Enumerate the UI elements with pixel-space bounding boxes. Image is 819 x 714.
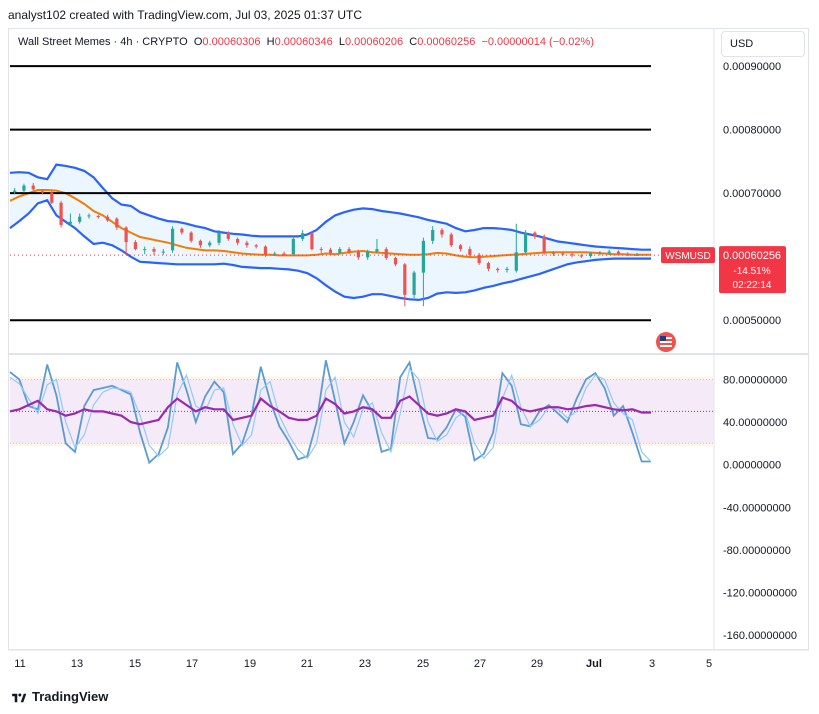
time-tick-label: 13 [71, 658, 83, 670]
attribution-header: analyst102 created with TradingView.com,… [8, 8, 362, 22]
legend-close-key: C [409, 36, 418, 48]
legend-change: −0.00000014 (−0.02%) [481, 36, 594, 48]
brand-text: TradingView [32, 689, 109, 704]
time-tick-label: 3 [649, 658, 655, 670]
symbol-legend: Wall Street Memes · 4h · CRYPTO O0.00060… [18, 36, 594, 48]
legend-low-value: 0.00060206 [345, 36, 404, 48]
legend-close-value: 0.00060256 [417, 36, 476, 48]
time-tick-label: 21 [301, 658, 313, 670]
currency-button[interactable]: USD [721, 31, 805, 57]
time-tick-label: 19 [244, 658, 256, 670]
time-tick-label: 15 [129, 658, 141, 670]
brand[interactable]: TradingView [10, 689, 108, 704]
time-tick-label: 25 [417, 658, 429, 670]
time-tick-label: Jul [586, 658, 602, 670]
time-tick-label: 5 [706, 658, 712, 670]
chart-frame [8, 28, 809, 650]
legend-high-key: H [266, 36, 275, 48]
legend-title[interactable]: Wall Street Memes · 4h · CRYPTO [18, 36, 188, 48]
legend-high-value: 0.00060346 [274, 36, 333, 48]
time-tick-label: 17 [186, 658, 198, 670]
legend-open-value: 0.00060306 [202, 36, 261, 48]
time-tick-label: 23 [359, 658, 371, 670]
tradingview-logo-icon [12, 693, 27, 702]
time-tick-label: 27 [474, 658, 486, 670]
time-tick-label: 11 [14, 658, 25, 670]
time-tick-label: 29 [531, 658, 543, 670]
